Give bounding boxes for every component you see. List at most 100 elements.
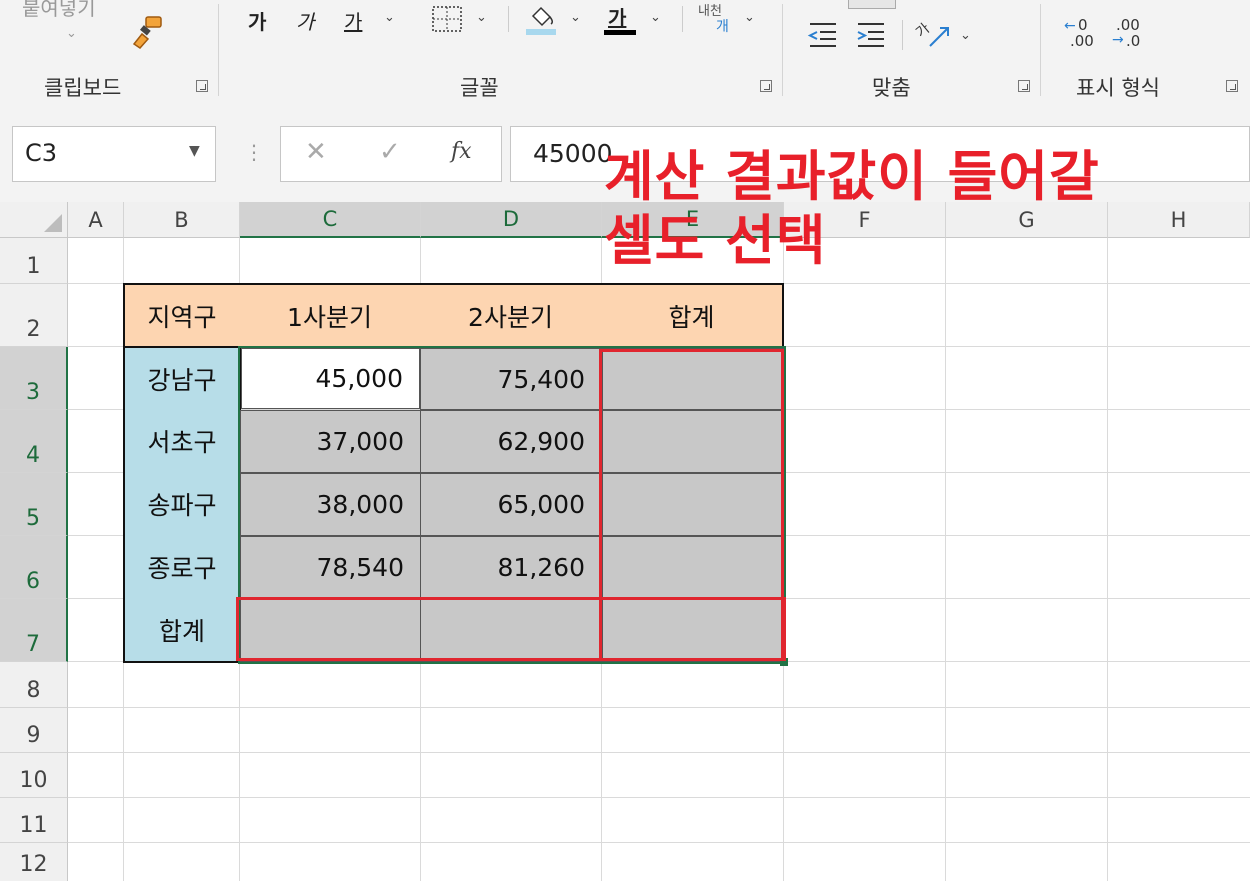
increase-indent-icon[interactable] — [854, 20, 888, 50]
gridline — [1107, 238, 1108, 881]
clipboard-group-label: 클립보드 — [44, 76, 122, 100]
row-header-11[interactable]: 11 — [0, 798, 68, 843]
italic-button[interactable]: 가 — [296, 6, 314, 35]
data-cell[interactable]: 81,260 — [420, 536, 602, 599]
data-cell[interactable]: 78,540 — [240, 536, 421, 599]
font-color-swatch — [604, 30, 636, 35]
formula-bar-grip-icon[interactable]: ⋮ — [244, 140, 264, 164]
total-cell[interactable] — [240, 599, 421, 662]
column-header-b[interactable]: B — [124, 202, 240, 238]
select-all-button[interactable] — [0, 202, 68, 238]
group-divider — [218, 4, 219, 96]
total-cell[interactable] — [602, 536, 784, 599]
fill-handle[interactable] — [780, 658, 788, 666]
row-header-7[interactable]: 7 — [0, 599, 68, 662]
phonetic-sub: 개 — [716, 19, 729, 35]
font-group-label: 글꼴 — [460, 76, 499, 100]
table-header-q2[interactable]: 2사분기 — [420, 283, 603, 348]
name-box-dropdown-icon[interactable]: ▼ — [189, 143, 200, 159]
increase-decimal-button[interactable]: ← 0 .00 — [1064, 16, 1100, 52]
formula-buttons: ✕ ✓ fx — [280, 126, 502, 182]
increase-decimal-label: .00 — [1070, 32, 1094, 50]
total-label-cell[interactable]: 합계 — [123, 598, 241, 663]
gridline — [945, 238, 946, 881]
number-launcher-icon[interactable] — [1226, 80, 1238, 92]
decrease-decimal-button[interactable]: .00 → .0 — [1112, 16, 1148, 52]
row-header-8[interactable]: 8 — [0, 662, 68, 708]
row-header-4[interactable]: 4 — [0, 410, 68, 473]
enter-icon[interactable]: ✓ — [379, 137, 401, 167]
column-header-d[interactable]: D — [421, 202, 602, 238]
total-cell[interactable] — [602, 348, 784, 410]
row-header-2[interactable]: 2 — [0, 284, 68, 347]
name-box-value: C3 — [25, 139, 58, 167]
formula-input-value: 45000 — [533, 139, 613, 168]
clipboard-launcher-icon[interactable] — [196, 80, 208, 92]
table-header-region[interactable]: 지역구 — [123, 283, 241, 348]
wrap-text-button-partial[interactable] — [848, 0, 896, 9]
row-header-5[interactable]: 5 — [0, 473, 68, 536]
ribbon: 붙여넣기 ⌄ 클립보드 가 가 가 ⌄ ⌄ ⌄ 가 ⌄ 내천 개 ⌄ 글꼴 가 … — [0, 0, 1250, 105]
paste-dropdown-icon[interactable]: ⌄ — [66, 26, 77, 41]
region-cell[interactable]: 종로구 — [123, 535, 241, 600]
gridline — [68, 707, 1250, 708]
underline-button[interactable]: 가 — [344, 6, 362, 35]
region-cell[interactable]: 강남구 — [123, 346, 241, 411]
orientation-icon[interactable] — [926, 24, 954, 50]
divider — [902, 20, 903, 50]
annotation-line-2: 셀도 선택 — [604, 209, 827, 272]
data-cell[interactable]: 38,000 — [240, 473, 421, 536]
gridline — [68, 842, 1250, 843]
gridline — [68, 797, 1250, 798]
data-cell[interactable]: 37,000 — [240, 410, 421, 473]
border-icon[interactable] — [430, 4, 464, 34]
paste-label[interactable]: 붙여넣기 — [22, 0, 96, 21]
decrease-indent-icon[interactable] — [806, 20, 840, 50]
data-cell[interactable]: 75,400 — [420, 348, 602, 410]
number-group-label: 표시 형식 — [1076, 76, 1160, 100]
row-header-6[interactable]: 6 — [0, 536, 68, 599]
row-header-10[interactable]: 10 — [0, 753, 68, 798]
table-header-total[interactable]: 합계 — [601, 283, 784, 348]
fill-color-icon[interactable] — [524, 2, 558, 36]
underline-dropdown-icon[interactable]: ⌄ — [384, 10, 395, 25]
insert-function-icon[interactable]: fx — [451, 139, 472, 164]
border-dropdown-icon[interactable]: ⌄ — [476, 10, 487, 25]
name-box[interactable]: C3 ▼ — [12, 126, 216, 182]
alignment-launcher-icon[interactable] — [1018, 80, 1030, 92]
divider — [682, 6, 683, 32]
orientation-dropdown-icon[interactable]: ⌄ — [960, 28, 971, 43]
table-header-q1[interactable]: 1사분기 — [239, 283, 422, 348]
row-header-1[interactable]: 1 — [0, 238, 68, 284]
total-cell[interactable] — [602, 410, 784, 473]
phonetic-dropdown-icon[interactable]: ⌄ — [744, 10, 755, 25]
decrease-decimal-label: .0 — [1126, 32, 1141, 50]
active-cell-c3[interactable]: 45,000 — [241, 348, 420, 409]
data-cell[interactable]: 62,900 — [420, 410, 602, 473]
alignment-group-label: 맞춤 — [872, 76, 911, 100]
gridline — [68, 752, 1250, 753]
row-header-9[interactable]: 9 — [0, 708, 68, 753]
column-header-h[interactable]: H — [1108, 202, 1250, 238]
font-color-button[interactable]: 가 — [608, 2, 626, 31]
data-cell[interactable]: 65,000 — [420, 473, 602, 536]
region-cell[interactable]: 송파구 — [123, 472, 241, 537]
column-header-c[interactable]: C — [240, 202, 421, 238]
fill-color-dropdown-icon[interactable]: ⌄ — [570, 10, 581, 25]
region-cell[interactable]: 서초구 — [123, 409, 241, 474]
group-divider — [1040, 4, 1041, 96]
row-header-3[interactable]: 3 — [0, 347, 68, 410]
total-cell[interactable] — [602, 599, 784, 662]
bold-button[interactable]: 가 — [248, 6, 266, 35]
group-divider — [782, 4, 783, 96]
font-color-dropdown-icon[interactable]: ⌄ — [650, 10, 661, 25]
row-header-12[interactable]: 12 — [0, 843, 68, 881]
total-cell[interactable] — [602, 473, 784, 536]
column-header-a[interactable]: A — [68, 202, 124, 238]
divider — [508, 6, 509, 32]
total-cell[interactable] — [420, 599, 602, 662]
format-painter-icon[interactable] — [130, 14, 166, 50]
annotation-line-1: 계산 결과값이 들어갈 — [604, 145, 1100, 208]
font-launcher-icon[interactable] — [760, 80, 772, 92]
cancel-icon[interactable]: ✕ — [305, 137, 327, 167]
